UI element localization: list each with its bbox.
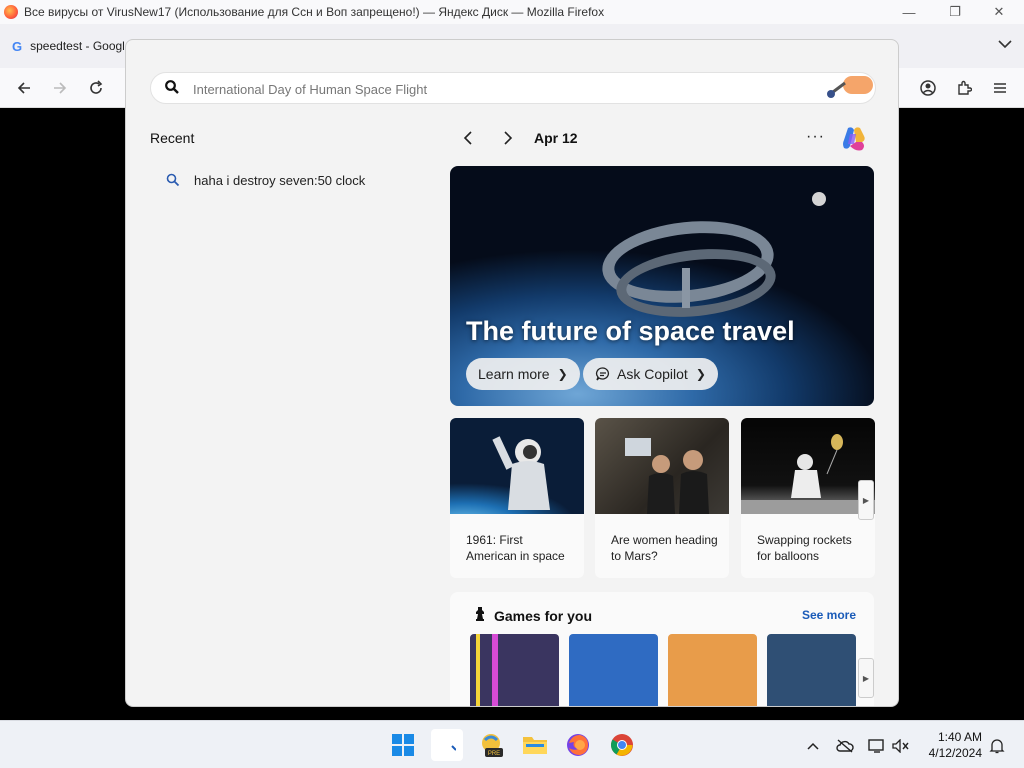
recent-search-label: haha i destroy seven:50 clock [194, 172, 366, 188]
games-scroll-right-button[interactable]: ▶ [858, 658, 874, 698]
story-caption: Are women heading to Mars? [611, 533, 718, 563]
close-window-button[interactable]: ✕ [976, 0, 1022, 24]
minimize-button[interactable]: — [886, 0, 932, 24]
story-caption: Swapping rockets for balloons [757, 533, 852, 563]
next-day-button[interactable] [496, 126, 520, 150]
story-card-balloons[interactable]: Swapping rockets for balloons [741, 418, 875, 578]
recent-heading: Recent [150, 130, 195, 146]
stories-scroll-right-button[interactable]: ▶ [858, 480, 874, 520]
speaker-muted-icon[interactable] [892, 737, 910, 755]
recent-search-item[interactable]: haha i destroy seven:50 clock [150, 166, 430, 194]
space-station-crew-image [595, 418, 729, 514]
file-explorer-button[interactable] [519, 729, 551, 761]
display-icon[interactable] [868, 737, 886, 755]
search-icon [165, 80, 179, 94]
chevron-right-icon: ❯ [557, 367, 568, 381]
account-icon[interactable] [916, 76, 940, 100]
chess-piece-icon [476, 607, 484, 621]
ask-copilot-label: Ask Copilot [617, 366, 688, 382]
previous-day-button[interactable] [456, 126, 480, 150]
games-see-more-link[interactable]: See more [802, 608, 856, 622]
games-section: Games for you See more ▶ [450, 592, 874, 706]
game-tile[interactable] [470, 634, 559, 706]
hero-card[interactable]: The future of space travel Learn more ❯ … [450, 166, 874, 406]
story-card-first-american[interactable]: 1961: First American in space [450, 418, 584, 578]
story-card-women-mars[interactable]: Are women heading to Mars? [595, 418, 729, 578]
reload-button[interactable] [84, 76, 108, 100]
chrome-taskbar-button[interactable] [606, 729, 638, 761]
notifications-bell-icon[interactable] [988, 737, 1006, 755]
date-navigator: Apr 12 [456, 126, 578, 150]
game-tile[interactable] [569, 634, 658, 706]
windows-search-panel: Recent haha i destroy seven:50 clock Apr… [125, 39, 899, 707]
learn-more-label: Learn more [478, 366, 550, 382]
astronaut-image [450, 418, 584, 514]
maximize-button[interactable]: ❐ [932, 0, 978, 24]
window-title: Все вирусы от VirusNew17 (Использование … [24, 5, 605, 19]
copilot-icon[interactable] [838, 122, 870, 154]
chrome-icon [611, 734, 633, 756]
clock-time: 1:40 AM [937, 730, 982, 744]
game-tile[interactable] [668, 634, 757, 706]
pre-badge-label: PRE [488, 751, 500, 757]
moon-graphic [812, 192, 826, 206]
games-heading: Games for you [494, 608, 593, 624]
clock-date: 4/12/2024 [928, 746, 982, 760]
learn-more-button[interactable]: Learn more ❯ [466, 358, 580, 390]
astronaut-balloon-image [741, 418, 875, 514]
highlight-date: Apr 12 [534, 130, 578, 146]
search-input[interactable] [193, 77, 793, 101]
edge-canary-button[interactable]: PRE [476, 729, 508, 761]
game-tile[interactable] [767, 634, 856, 706]
browser-pre-icon: PRE [482, 734, 503, 757]
story-caption: 1961: First American in space [466, 533, 565, 563]
firefox-taskbar-button[interactable] [562, 729, 594, 761]
windows-logo-icon [392, 734, 414, 756]
forward-button[interactable] [48, 76, 72, 100]
chevron-right-icon [504, 131, 513, 145]
show-hidden-icons-chevron-icon[interactable] [804, 737, 822, 755]
tab-speedtest[interactable]: G speedtest - Googl [4, 30, 133, 62]
search-icon [451, 745, 456, 751]
back-button[interactable] [12, 76, 36, 100]
firefox-icon [4, 5, 18, 19]
ask-copilot-button[interactable]: Ask Copilot ❯ [583, 358, 718, 390]
chat-bubble-icon [595, 367, 609, 381]
search-taskbar-button[interactable] [431, 729, 463, 761]
menu-icon[interactable] [988, 76, 1012, 100]
space-station-hub-graphic [682, 268, 690, 308]
system-clock[interactable]: 1:40 AM 4/12/2024 [929, 729, 982, 761]
tab-list-chevron-icon[interactable] [998, 36, 1012, 52]
taskbar: PRE 1:40 AM 4/12/2024 [0, 720, 1024, 768]
space-highlight-icon [827, 76, 873, 98]
firefox-icon [567, 734, 589, 756]
start-button[interactable] [387, 729, 419, 761]
more-options-button[interactable]: ··· [806, 128, 825, 146]
extensions-icon[interactable] [952, 76, 976, 100]
folder-icon [523, 737, 547, 754]
search-box[interactable] [150, 72, 876, 104]
search-icon [166, 173, 180, 187]
chevron-left-icon [463, 131, 472, 145]
hero-title: The future of space travel [466, 316, 795, 346]
google-icon: G [12, 38, 23, 54]
tab-label: speedtest - Googl [30, 39, 125, 53]
chevron-right-icon: ❯ [695, 367, 706, 381]
window-titlebar: Все вирусы от VirusNew17 (Использование … [0, 0, 1024, 24]
cloud-offline-icon[interactable] [836, 737, 854, 755]
